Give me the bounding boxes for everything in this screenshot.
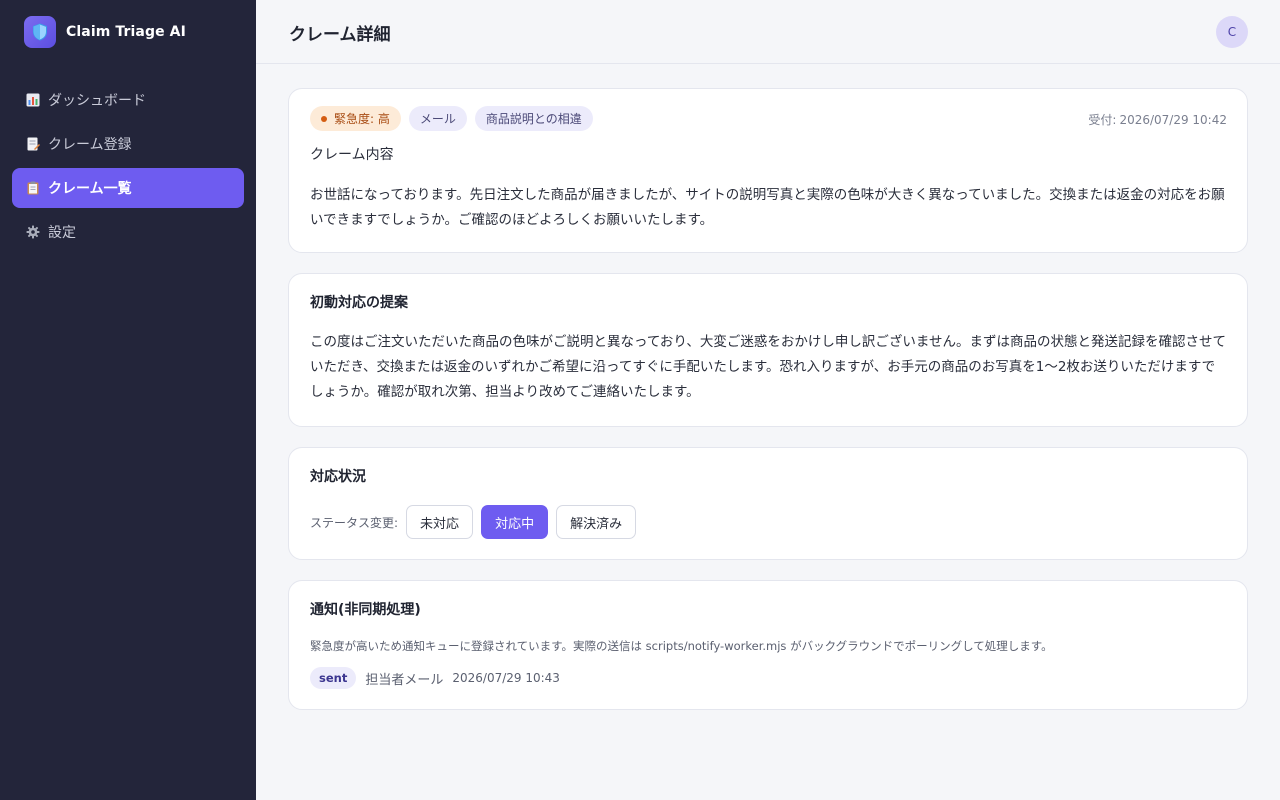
status-button-resolved[interactable]: 解決済み <box>556 505 637 539</box>
claim-detail-card: 緊急度: 高 メール 商品説明との相違 受付: 2026/07/29 10:42 … <box>288 88 1248 253</box>
urgency-label: 緊急度: 高 <box>334 112 390 126</box>
status-card: 対応状況 ステータス変更: 未対応 対応中 解決済み <box>288 447 1248 560</box>
sidebar-nav: ダッシュボード クレーム登録 クレーム一覧 設定 <box>12 80 244 256</box>
urgency-dot-icon <box>321 115 327 122</box>
status-button-unhandled[interactable]: 未対応 <box>406 505 474 539</box>
sidebar: Claim Triage AI ダッシュボード クレーム登録 クレーム一覧 設定 <box>0 0 256 800</box>
notification-description: 緊急度が高いため通知キューに登録されています。実際の送信は scripts/no… <box>310 639 1053 653</box>
status-button-in-progress[interactable]: 対応中 <box>481 505 549 539</box>
clipboard-icon <box>26 181 40 195</box>
sidebar-item-label: クレーム一覧 <box>48 181 132 197</box>
memo-icon <box>26 137 40 151</box>
proposal-title: 初動対応の提案 <box>310 295 408 311</box>
shield-icon <box>24 16 56 48</box>
category-badge: 商品説明との相違 <box>474 106 593 131</box>
notification-target: 担当者メール <box>365 672 444 688</box>
status-controls: ステータス変更: 未対応 対応中 解決済み <box>310 505 644 539</box>
sidebar-item-label: クレーム登録 <box>48 137 132 153</box>
notification-entry: sent 担当者メール 2026/07/29 10:43 <box>310 667 560 689</box>
sidebar-item-claim-register[interactable]: クレーム登録 <box>12 124 244 164</box>
app-name: Claim Triage AI <box>66 24 186 40</box>
received-value: 2026/07/29 10:42 <box>1119 113 1227 127</box>
proposal-card: 初動対応の提案 この度はご注文いただいた商品の色味がご説明と異なっており、大変ご… <box>288 273 1248 427</box>
notification-time: 2026/07/29 10:43 <box>452 671 560 685</box>
notification-title: 通知(非同期処理) <box>310 602 421 618</box>
claim-content-heading: クレーム内容 <box>310 147 394 163</box>
sidebar-item-dashboard[interactable]: ダッシュボード <box>12 80 244 120</box>
channel-badge: メール <box>408 106 467 131</box>
sidebar-item-label: ダッシュボード <box>48 93 146 109</box>
sidebar-item-label: 設定 <box>48 225 76 241</box>
status-title: 対応状況 <box>310 469 366 485</box>
status-badge: sent <box>310 667 357 689</box>
received-timestamp: 受付: 2026/07/29 10:42 <box>1088 111 1227 128</box>
notification-card: 通知(非同期処理) 緊急度が高いため通知キューに登録されています。実際の送信は … <box>288 580 1248 710</box>
page-title: クレーム詳細 <box>289 25 391 45</box>
claim-tags: 緊急度: 高 メール 商品説明との相違 <box>310 106 593 131</box>
top-header: クレーム詳細 C <box>256 0 1280 64</box>
received-label: 受付: <box>1088 113 1117 127</box>
brand[interactable]: Claim Triage AI <box>24 16 186 48</box>
avatar[interactable]: C <box>1216 16 1248 48</box>
gear-icon <box>26 225 40 239</box>
urgency-badge: 緊急度: 高 <box>310 106 401 131</box>
bar-chart-icon <box>26 93 40 107</box>
sidebar-item-claim-list[interactable]: クレーム一覧 <box>12 168 244 208</box>
sidebar-item-settings[interactable]: 設定 <box>12 212 244 252</box>
claim-content-text: お世話になっております。先日注文した商品が届きましたが、サイトの説明写真と実際の… <box>310 187 1225 228</box>
status-change-label: ステータス変更: <box>310 515 399 530</box>
proposal-text: この度はご注文いただいた商品の色味がご説明と異なっており、大変ご迷惑をおかけし申… <box>310 334 1226 400</box>
